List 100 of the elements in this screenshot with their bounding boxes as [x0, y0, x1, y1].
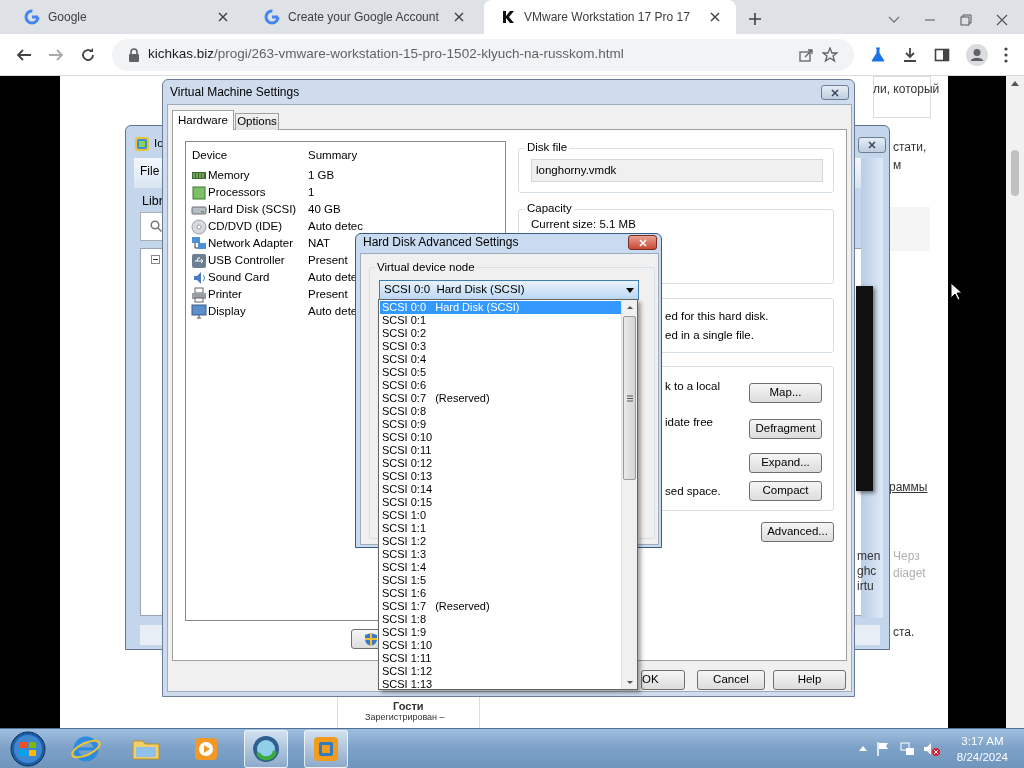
dropdown-option[interactable]: SCSI 0:2 — [380, 327, 622, 340]
profile-avatar-icon[interactable] — [966, 43, 988, 66]
device-name[interactable]: Display — [208, 305, 246, 319]
more-icon[interactable] — [1004, 46, 1008, 63]
close-icon — [868, 141, 876, 149]
advanced-button[interactable]: Advanced... — [761, 522, 834, 542]
dropdown-option[interactable]: SCSI 1:11 — [380, 652, 622, 665]
dialog-button[interactable]: OK — [641, 670, 685, 690]
utility-button[interactable]: Defragment — [749, 419, 822, 439]
link[interactable]: раммы — [889, 478, 928, 496]
reload-icon[interactable] — [80, 46, 96, 63]
collapse-icon[interactable] — [151, 255, 160, 264]
dropdown-option[interactable]: SCSI 0:8 — [380, 405, 622, 418]
close-button[interactable] — [821, 85, 849, 100]
dialog-title: Virtual Machine Settings — [170, 86, 300, 100]
dropdown-option[interactable]: SCSI 1:8 — [380, 613, 622, 626]
close-icon[interactable] — [454, 12, 464, 22]
dropdown-option[interactable]: SCSI 0:7 (Reserved) — [380, 392, 622, 405]
dropdown-option[interactable]: SCSI 1:5 — [380, 574, 622, 587]
dialog-button[interactable]: Cancel — [697, 670, 765, 690]
usb-icon — [191, 253, 207, 269]
utility-button[interactable]: Expand... — [749, 453, 822, 473]
download-icon[interactable] — [902, 46, 918, 63]
disc-icon — [191, 219, 207, 235]
dropdown-option[interactable]: SCSI 1:3 — [380, 548, 622, 561]
back-icon[interactable] — [16, 46, 32, 63]
dropdown-option[interactable]: SCSI 0:14 — [380, 483, 622, 496]
dropdown-option[interactable]: SCSI 1:6 — [380, 587, 622, 600]
tab-title: VMware Workstation 17 Pro 17 — [524, 9, 691, 26]
dropdown-option[interactable]: SCSI 0:11 — [380, 444, 622, 457]
dropdown-option[interactable]: SCSI 0:15 — [380, 496, 622, 509]
dropdown-option[interactable]: SCSI 0:6 — [380, 379, 622, 392]
share-icon[interactable] — [798, 46, 814, 63]
text-fragment: diaget — [893, 565, 926, 582]
dropdown-option[interactable]: SCSI 1:9 — [380, 626, 622, 639]
taskbar-app[interactable] — [304, 729, 348, 768]
speaker-icon — [191, 270, 207, 286]
show-hidden-icons-icon[interactable] — [858, 746, 867, 751]
close-button[interactable] — [858, 137, 886, 153]
menu-item[interactable]: File — [140, 165, 160, 179]
device-name[interactable]: Memory — [208, 169, 250, 183]
dropdown-option[interactable]: SCSI 1:2 — [380, 535, 622, 548]
star-icon[interactable] — [822, 46, 838, 63]
start-button-icon[interactable] — [8, 729, 48, 768]
utility-text: idate free — [665, 416, 713, 430]
dropdown-option[interactable]: SCSI 0:1 — [380, 314, 622, 327]
tab[interactable]: Hardware — [172, 110, 234, 130]
dropdown-option[interactable]: SCSI 0:4 — [380, 353, 622, 366]
dropdown-option[interactable]: SCSI 0:3 — [380, 340, 622, 353]
device-name[interactable]: CD/DVD (IDE) — [208, 220, 283, 234]
dropdown-option[interactable]: SCSI 1:12 — [380, 665, 622, 678]
scrollbar-thumb[interactable] — [1011, 150, 1019, 196]
close-icon[interactable] — [996, 14, 1008, 26]
text-fragment: стати, — [893, 139, 927, 156]
device-summary: NAT — [308, 237, 331, 251]
dropdown-option[interactable]: SCSI 0:9 — [380, 418, 622, 431]
close-icon[interactable] — [710, 12, 720, 22]
close-button[interactable] — [628, 235, 657, 250]
browser-tab[interactable]: VMware Workstation 17 Pro 17 — [484, 0, 736, 34]
browser-tab[interactable]: Google — [8, 0, 244, 34]
address-bar[interactable]: kichkas.biz/progi/263-vmware-workstation-15-pro-1502-klyuch-na-russkom.html — [112, 38, 854, 71]
restore-icon[interactable] — [960, 14, 972, 26]
dropdown-option[interactable]: SCSI 0:12 — [380, 457, 622, 470]
flag-icon[interactable] — [874, 740, 891, 757]
utility-button[interactable]: Compact — [749, 481, 822, 501]
scrollbar[interactable] — [621, 300, 637, 689]
device-name[interactable]: Hard Disk (SCSI) — [208, 203, 297, 217]
device-node-dropdown[interactable]: SCSI 0:0 Hard Disk (SCSI) — [379, 280, 639, 300]
chevron-down-icon[interactable] — [888, 16, 900, 24]
close-icon — [638, 238, 647, 247]
tab[interactable]: Options — [235, 113, 279, 130]
flask-icon[interactable] — [870, 46, 886, 63]
device-name[interactable]: Network Adapter — [208, 237, 293, 251]
disk-file-field[interactable]: longhorny.vmdk — [531, 159, 823, 182]
utility-button[interactable]: Map... — [749, 383, 822, 403]
close-icon[interactable] — [218, 12, 228, 22]
dropdown-option[interactable]: SCSI 0:10 — [380, 431, 622, 444]
dropdown-option[interactable]: SCSI 0:13 — [380, 470, 622, 483]
new-tab-icon[interactable] — [748, 12, 762, 26]
device-name[interactable]: Printer — [208, 288, 242, 302]
device-name[interactable]: Sound Card — [208, 271, 270, 285]
group-label: Capacity — [525, 202, 574, 216]
device-name[interactable]: USB Controller — [208, 254, 285, 268]
scrollbar-thumb[interactable] — [623, 316, 636, 480]
side-panel-icon[interactable] — [934, 46, 950, 63]
dropdown-option[interactable]: SCSI 1:10 — [380, 639, 622, 652]
dropdown-option[interactable]: SCSI 1:7 (Reserved) — [380, 600, 622, 613]
dialog-button[interactable]: Help — [773, 670, 846, 690]
device-name[interactable]: Processors — [208, 186, 266, 200]
network-icon[interactable] — [898, 740, 915, 757]
utility-text: sed space. — [665, 485, 721, 499]
device-summary: Present — [308, 288, 348, 302]
dropdown-option[interactable]: SCSI 1:4 — [380, 561, 622, 574]
taskbar-app[interactable] — [244, 729, 288, 768]
browser-tab[interactable]: Create your Google Account — [248, 0, 480, 34]
dropdown-option[interactable]: SCSI 0:5 — [380, 366, 622, 379]
dropdown-option[interactable]: SCSI 1:1 — [380, 522, 622, 535]
dropdown-option[interactable]: SCSI 1:13 — [380, 678, 622, 691]
dropdown-option[interactable]: SCSI 1:0 — [380, 509, 622, 522]
scroll-up-icon[interactable] — [1011, 80, 1019, 86]
